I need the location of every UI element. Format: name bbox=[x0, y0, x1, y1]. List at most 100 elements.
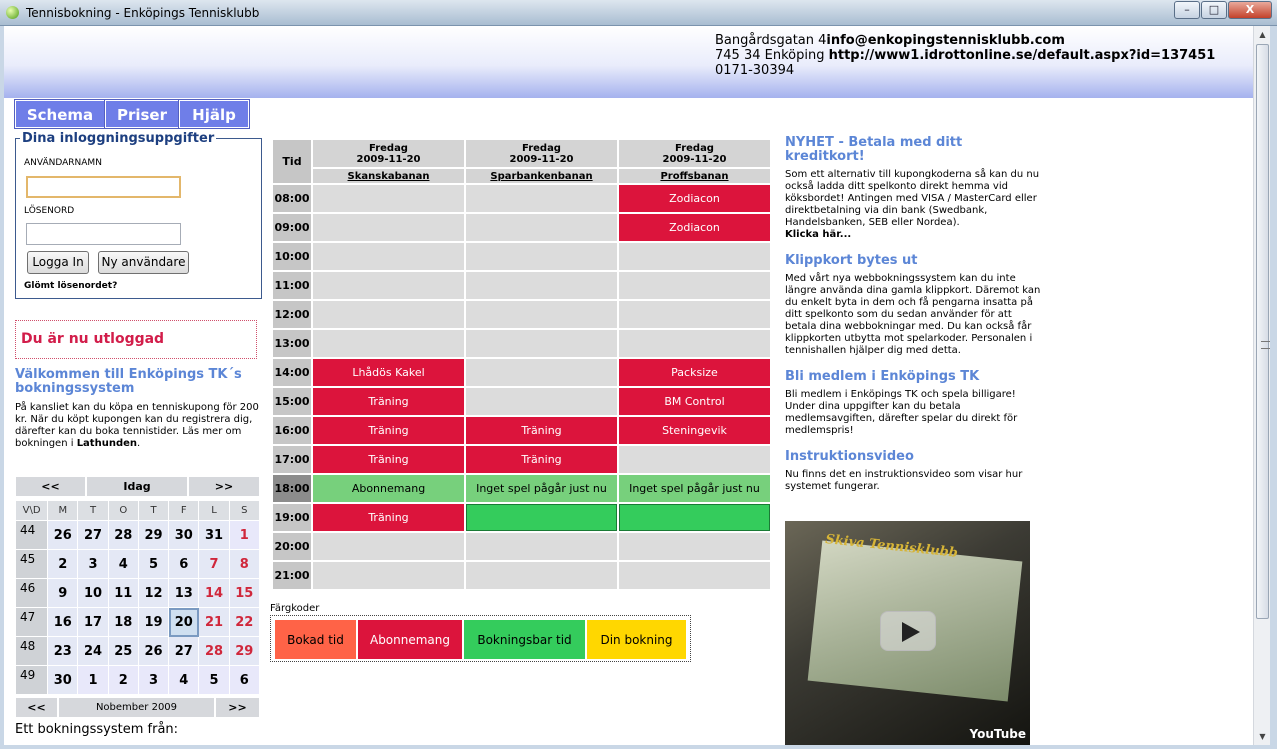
calendar-day[interactable]: 30 bbox=[47, 665, 79, 695]
booking-cell[interactable]: Träning bbox=[313, 388, 464, 415]
calendar-day[interactable]: 27 bbox=[77, 520, 109, 550]
calendar-day[interactable]: 9 bbox=[47, 578, 79, 608]
booking-cell[interactable] bbox=[466, 562, 617, 589]
calendar-day[interactable]: 4 bbox=[168, 665, 200, 695]
booking-cell[interactable]: Träning bbox=[313, 446, 464, 473]
booking-cell[interactable] bbox=[466, 359, 617, 386]
booking-cell[interactable] bbox=[466, 504, 617, 531]
booking-cell[interactable]: Abonnemang bbox=[313, 475, 464, 502]
calendar-day[interactable]: 15 bbox=[228, 578, 261, 608]
calendar-day[interactable]: 30 bbox=[168, 520, 200, 550]
booking-cell[interactable] bbox=[619, 301, 770, 328]
booking-cell[interactable] bbox=[466, 214, 617, 241]
booking-cell[interactable] bbox=[313, 243, 464, 270]
calendar-day[interactable]: 19 bbox=[137, 607, 170, 637]
calendar-day[interactable]: 3 bbox=[137, 665, 170, 695]
website-link[interactable]: http://www1.idrottonline.se/default.aspx… bbox=[829, 48, 1216, 63]
calendar-day[interactable]: 3 bbox=[77, 549, 109, 579]
booking-cell[interactable]: Zodiacon bbox=[619, 214, 770, 241]
news-title-membership[interactable]: Bli medlem i Enköpings TK bbox=[785, 370, 1045, 384]
booking-cell[interactable] bbox=[619, 272, 770, 299]
calendar-day[interactable]: 27 bbox=[168, 636, 200, 666]
minimize-button[interactable]: – bbox=[1174, 1, 1200, 19]
calendar-day[interactable]: 18 bbox=[107, 607, 139, 637]
booking-cell[interactable] bbox=[313, 562, 464, 589]
news-title-klippkort[interactable]: Klippkort bytes ut bbox=[785, 254, 1045, 268]
calendar-day[interactable]: 25 bbox=[107, 636, 139, 666]
booking-cell[interactable]: Träning bbox=[313, 417, 464, 444]
calendar-day[interactable]: 7 bbox=[198, 549, 230, 579]
vertical-scrollbar[interactable]: ▲ ▼ bbox=[1253, 26, 1270, 745]
booking-cell[interactable]: Steningevik bbox=[619, 417, 770, 444]
news-title-video[interactable]: Instruktionsvideo bbox=[785, 450, 1045, 464]
booking-cell[interactable] bbox=[619, 504, 770, 531]
booking-cell[interactable] bbox=[466, 330, 617, 357]
booking-cell[interactable]: Lhådös Kakel bbox=[313, 359, 464, 386]
booking-cell[interactable]: Inget spel pågår just nu bbox=[619, 475, 770, 502]
calendar-day[interactable]: 13 bbox=[168, 578, 200, 608]
calendar-day[interactable]: 24 bbox=[77, 636, 109, 666]
court-header[interactable]: Sparbankenbanan bbox=[466, 169, 617, 183]
calendar-day[interactable]: 2 bbox=[107, 665, 139, 695]
calendar-day[interactable]: 16 bbox=[47, 607, 79, 637]
booking-cell[interactable] bbox=[466, 185, 617, 212]
scroll-thumb[interactable] bbox=[1256, 44, 1270, 619]
calendar-day[interactable]: 10 bbox=[77, 578, 109, 608]
booking-cell[interactable] bbox=[619, 330, 770, 357]
calendar-day[interactable]: 8 bbox=[228, 549, 261, 579]
calendar-day[interactable]: 5 bbox=[137, 549, 170, 579]
nav-hjalp[interactable]: Hjälp bbox=[178, 99, 250, 129]
booking-cell[interactable] bbox=[619, 446, 770, 473]
cal-today-button[interactable]: Idag bbox=[86, 476, 188, 497]
court-header[interactable]: Skanskabanan bbox=[313, 169, 464, 183]
booking-cell[interactable] bbox=[619, 533, 770, 560]
calendar-day[interactable]: 26 bbox=[47, 520, 79, 550]
calendar-day[interactable]: 11 bbox=[107, 578, 139, 608]
booking-cell[interactable] bbox=[619, 562, 770, 589]
calendar-day[interactable]: 5 bbox=[198, 665, 230, 695]
booking-cell[interactable] bbox=[313, 330, 464, 357]
forgot-password-link[interactable]: Glömt lösenordet? bbox=[24, 281, 117, 291]
scroll-up-icon[interactable]: ▲ bbox=[1254, 26, 1271, 43]
maximize-button[interactable]: □ bbox=[1201, 1, 1227, 19]
booking-cell[interactable] bbox=[313, 301, 464, 328]
calendar-day[interactable]: 28 bbox=[198, 636, 230, 666]
calendar-day[interactable]: 2 bbox=[47, 549, 79, 579]
booking-cell[interactable] bbox=[313, 533, 464, 560]
cal-prev-button[interactable]: << bbox=[15, 476, 86, 497]
booking-cell[interactable]: Zodiacon bbox=[619, 185, 770, 212]
calendar-day[interactable]: 12 bbox=[137, 578, 170, 608]
calendar-day[interactable]: 4 bbox=[107, 549, 139, 579]
booking-cell[interactable]: BM Control bbox=[619, 388, 770, 415]
booking-cell[interactable] bbox=[466, 272, 617, 299]
booking-cell[interactable]: Träning bbox=[466, 417, 617, 444]
booking-cell[interactable] bbox=[466, 533, 617, 560]
play-icon[interactable] bbox=[880, 611, 936, 651]
calendar-day[interactable]: 26 bbox=[137, 636, 170, 666]
nav-priser[interactable]: Priser bbox=[104, 99, 180, 129]
lathunden-link[interactable]: Lathunden bbox=[77, 438, 137, 449]
cal-next-button[interactable]: >> bbox=[188, 476, 260, 497]
booking-cell[interactable]: Träning bbox=[466, 446, 617, 473]
booking-cell[interactable]: Inget spel pågår just nu bbox=[466, 475, 617, 502]
calendar-day[interactable]: 23 bbox=[47, 636, 79, 666]
email-link[interactable]: info@enkopingstennisklubb.com bbox=[826, 33, 1064, 48]
login-button[interactable]: Logga In bbox=[27, 251, 89, 274]
calendar-day[interactable]: 21 bbox=[198, 607, 230, 637]
nav-schema[interactable]: Schema bbox=[14, 99, 106, 129]
instruction-video[interactable]: Skiva Tennisklubb YouTube bbox=[785, 521, 1030, 745]
month-prev-button[interactable]: << bbox=[15, 697, 58, 718]
booking-cell[interactable] bbox=[466, 243, 617, 270]
calendar-day[interactable]: 14 bbox=[198, 578, 230, 608]
scroll-down-icon[interactable]: ▼ bbox=[1254, 728, 1271, 745]
calendar-day[interactable]: 28 bbox=[107, 520, 139, 550]
calendar-day[interactable]: 1 bbox=[77, 665, 109, 695]
click-here-link[interactable]: Klicka här... bbox=[785, 229, 851, 240]
password-input[interactable] bbox=[26, 223, 181, 245]
booking-cell[interactable]: Packsize bbox=[619, 359, 770, 386]
booking-cell[interactable] bbox=[619, 243, 770, 270]
new-user-button[interactable]: Ny användare bbox=[98, 251, 189, 274]
calendar-day[interactable]: 6 bbox=[228, 665, 261, 695]
booking-cell[interactable] bbox=[313, 214, 464, 241]
close-button[interactable]: X bbox=[1228, 1, 1272, 19]
